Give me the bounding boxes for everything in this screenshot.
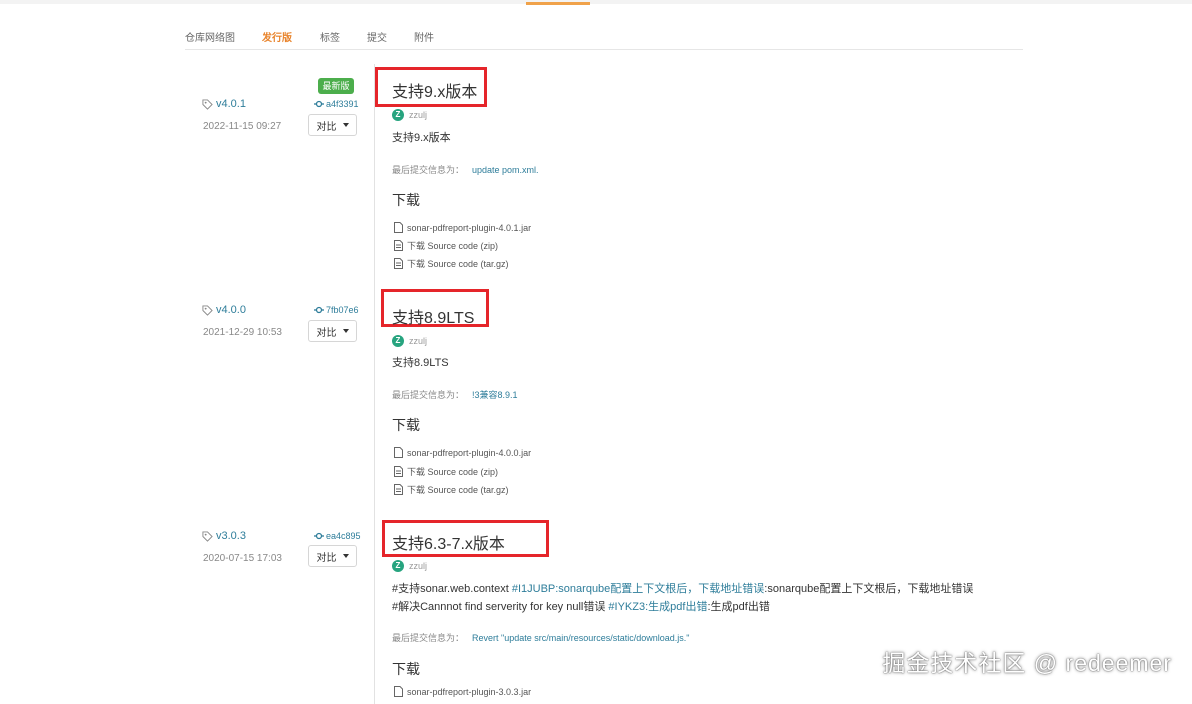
release-commit[interactable]: 7fb07e6 bbox=[314, 305, 359, 315]
last-commit-info: 最后提交信息为： Revert "update src/main/resource… bbox=[392, 631, 690, 644]
asset-link[interactable]: 下载 Source code (zip) bbox=[394, 465, 498, 478]
commit-hash: 7fb07e6 bbox=[326, 305, 359, 315]
description-line: #支持sonar.web.context #I1JUBP:sonarqube配置… bbox=[392, 580, 973, 598]
asset-link[interactable]: sonar-pdfreport-plugin-3.0.3.jar bbox=[394, 686, 531, 697]
author-name: zzulj bbox=[409, 561, 428, 571]
release-author[interactable]: Z zzulj bbox=[392, 560, 427, 572]
description-text: #解决Cannnot find serverity for key null错误 bbox=[392, 601, 609, 613]
asset-label: 下载 Source code (zip) bbox=[407, 241, 499, 251]
release-title[interactable]: 支持8.9LTS bbox=[392, 304, 474, 328]
file-icon bbox=[394, 484, 403, 495]
file-icon bbox=[394, 240, 403, 251]
compare-label: 对比 bbox=[316, 121, 337, 133]
file-icon bbox=[394, 258, 403, 269]
top-active-indicator bbox=[526, 2, 590, 5]
tab-attachments[interactable]: 附件 bbox=[414, 29, 434, 44]
latest-badge: 最新版 bbox=[318, 78, 354, 94]
file-icon bbox=[394, 447, 403, 458]
release-tag[interactable]: v4.0.1 bbox=[202, 98, 246, 110]
release-title[interactable]: 支持9.x版本 bbox=[392, 78, 477, 102]
release-commit[interactable]: ea4c895 bbox=[314, 531, 361, 541]
author-name: zzulj bbox=[409, 336, 428, 346]
asset-link[interactable]: 下载 Source code (zip) bbox=[394, 239, 498, 252]
release-date: 2020-07-15 17:03 bbox=[203, 553, 282, 564]
release-timeline-divider bbox=[374, 64, 375, 704]
asset-label: 下载 Source code (tar.gz) bbox=[407, 259, 509, 269]
release-description: 支持9.x版本 bbox=[392, 132, 451, 144]
asset-link[interactable]: 下载 Source code (tar.gz) bbox=[394, 257, 509, 270]
release-date: 2021-12-29 10:53 bbox=[203, 327, 282, 338]
avatar: Z bbox=[392, 335, 404, 347]
avatar: Z bbox=[392, 109, 404, 121]
issue-link[interactable]: #IYKZ3:生成pdf出错 bbox=[608, 601, 707, 613]
top-bar bbox=[0, 0, 1192, 4]
tag-icon bbox=[202, 530, 213, 542]
last-commit-link[interactable]: update pom.xml. bbox=[472, 165, 539, 175]
download-heading: 下载 bbox=[392, 661, 420, 677]
release-tag-label: v4.0.1 bbox=[216, 98, 246, 110]
release-tag-label: v3.0.3 bbox=[216, 530, 246, 542]
watermark: 掘金技术社区 @ redeemer bbox=[882, 650, 1172, 676]
last-commit-label: 最后提交信息为： bbox=[392, 390, 465, 400]
tab-releases[interactable]: 发行版 bbox=[262, 29, 292, 44]
commit-icon bbox=[314, 306, 324, 314]
tag-icon bbox=[202, 304, 213, 316]
commit-hash: a4f3391 bbox=[326, 99, 359, 109]
release-date: 2022-11-15 09:27 bbox=[203, 121, 282, 132]
download-heading: 下载 bbox=[392, 192, 420, 208]
description-line: #解决Cannnot find serverity for key null错误… bbox=[392, 598, 973, 616]
last-commit-link[interactable]: Revert "update src/main/resources/static… bbox=[472, 633, 690, 643]
compare-label: 对比 bbox=[316, 327, 337, 339]
description-text: #支持sonar.web.context bbox=[392, 583, 512, 595]
release-commit[interactable]: a4f3391 bbox=[314, 99, 359, 109]
compare-dropdown[interactable]: 对比 bbox=[308, 545, 357, 567]
file-icon bbox=[394, 686, 403, 697]
description-text: :生成pdf出错 bbox=[707, 601, 770, 613]
release-tag[interactable]: v4.0.0 bbox=[202, 304, 246, 316]
avatar: Z bbox=[392, 560, 404, 572]
file-icon bbox=[394, 222, 403, 233]
last-commit-info: 最后提交信息为： !3兼容8.9.1 bbox=[392, 388, 518, 401]
asset-label: sonar-pdfreport-plugin-3.0.3.jar bbox=[407, 686, 532, 697]
tab-tags[interactable]: 标签 bbox=[320, 29, 340, 44]
tab-network-graph[interactable]: 仓库网络图 bbox=[185, 29, 235, 44]
chevron-down-icon bbox=[342, 554, 349, 558]
commit-icon bbox=[314, 532, 324, 540]
release-title[interactable]: 支持6.3-7.x版本 bbox=[392, 530, 505, 554]
commit-hash: ea4c895 bbox=[326, 531, 361, 541]
tab-commits[interactable]: 提交 bbox=[367, 29, 387, 44]
compare-dropdown[interactable]: 对比 bbox=[308, 320, 357, 342]
author-name: zzulj bbox=[409, 110, 428, 120]
file-icon bbox=[394, 466, 403, 477]
release-author[interactable]: Z zzulj bbox=[392, 109, 427, 121]
release-description: 支持8.9LTS bbox=[392, 357, 449, 369]
last-commit-label: 最后提交信息为： bbox=[392, 633, 465, 643]
asset-link[interactable]: 下载 Source code (tar.gz) bbox=[394, 483, 509, 496]
compare-label: 对比 bbox=[316, 552, 337, 564]
commit-icon bbox=[314, 100, 324, 108]
asset-link[interactable]: sonar-pdfreport-plugin-4.0.0.jar bbox=[394, 447, 531, 458]
release-tag-label: v4.0.0 bbox=[216, 304, 246, 316]
last-commit-label: 最后提交信息为： bbox=[392, 165, 465, 175]
asset-label: 下载 Source code (zip) bbox=[407, 467, 499, 477]
chevron-down-icon bbox=[342, 329, 349, 333]
asset-label: sonar-pdfreport-plugin-4.0.0.jar bbox=[407, 447, 532, 458]
issue-link[interactable]: #I1JUBP:sonarqube配置上下文根后，下载地址错误 bbox=[512, 583, 764, 595]
asset-link[interactable]: sonar-pdfreport-plugin-4.0.1.jar bbox=[394, 222, 531, 233]
asset-label: sonar-pdfreport-plugin-4.0.1.jar bbox=[407, 222, 532, 233]
last-commit-link[interactable]: !3兼容8.9.1 bbox=[472, 390, 518, 400]
release-description: #支持sonar.web.context #I1JUBP:sonarqube配置… bbox=[392, 580, 973, 616]
last-commit-info: 最后提交信息为： update pom.xml. bbox=[392, 163, 539, 176]
asset-label: 下载 Source code (tar.gz) bbox=[407, 485, 509, 495]
chevron-down-icon bbox=[342, 123, 349, 127]
release-author[interactable]: Z zzulj bbox=[392, 335, 427, 347]
tag-icon bbox=[202, 98, 213, 110]
compare-dropdown[interactable]: 对比 bbox=[308, 114, 357, 136]
release-subnav: 仓库网络图 发行版 标签 提交 附件 bbox=[185, 29, 1023, 50]
download-heading: 下载 bbox=[392, 417, 420, 433]
description-text: :sonarqube配置上下文根后，下载地址错误 bbox=[764, 583, 974, 595]
release-tag[interactable]: v3.0.3 bbox=[202, 530, 246, 542]
